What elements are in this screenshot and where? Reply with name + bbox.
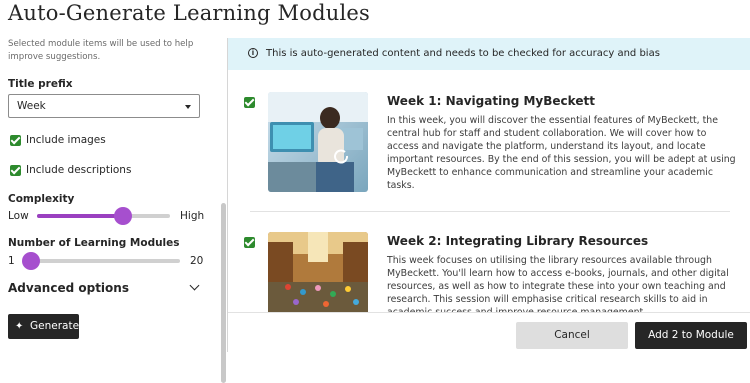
module-checkbox[interactable] xyxy=(244,97,255,108)
panel-scrollbar[interactable] xyxy=(221,203,226,383)
include-descriptions-checkbox[interactable] xyxy=(10,164,21,176)
complexity-max-label: High xyxy=(180,210,205,222)
complexity-slider[interactable] xyxy=(37,207,170,225)
module-thumbnail-image xyxy=(268,232,368,312)
advanced-options-toggle[interactable]: Advanced options xyxy=(8,281,129,295)
generate-button-label: Generate xyxy=(30,320,80,332)
title-prefix-label: Title prefix xyxy=(8,78,73,90)
module-description: This week focuses on utilising the libra… xyxy=(387,255,729,318)
generate-button[interactable]: ✦ Generate xyxy=(8,314,79,339)
cancel-button[interactable]: Cancel xyxy=(516,322,628,349)
info-banner-text: This is auto-generated content and needs… xyxy=(266,48,660,59)
module-count-max-label: 20 xyxy=(190,255,204,267)
include-descriptions-label: Include descriptions xyxy=(26,164,132,176)
module-thumbnail-image xyxy=(268,92,368,192)
title-prefix-value: Week xyxy=(17,100,46,112)
caret-down-icon xyxy=(185,105,191,109)
preview-panel: i This is auto-generated content and nee… xyxy=(228,38,750,353)
module-count-slider[interactable] xyxy=(22,252,180,270)
complexity-slider-fill xyxy=(37,214,124,218)
info-banner: i This is auto-generated content and nee… xyxy=(228,38,750,70)
module-description: In this week, you will discover the esse… xyxy=(387,115,736,191)
module-count-min-label: 1 xyxy=(8,255,15,267)
chevron-down-icon[interactable] xyxy=(189,280,200,291)
info-icon: i xyxy=(248,48,258,58)
module-title: Week 1: Navigating MyBeckett xyxy=(387,94,595,108)
include-images-option[interactable]: Include images xyxy=(10,134,106,146)
module-count-slider-thumb[interactable] xyxy=(22,252,41,270)
title-prefix-select[interactable]: Week xyxy=(8,94,200,118)
complexity-slider-thumb[interactable] xyxy=(114,207,133,225)
page-title: Auto-Generate Learning Modules xyxy=(8,1,370,25)
helper-text: Selected module items will be used to he… xyxy=(8,39,194,62)
sparkle-icon: ✦ xyxy=(15,321,24,332)
module-checkbox[interactable] xyxy=(244,237,255,248)
include-images-label: Include images xyxy=(26,134,106,146)
complexity-label: Complexity xyxy=(8,193,75,205)
module-title: Week 2: Integrating Library Resources xyxy=(387,234,649,248)
footer-bar: Cancel Add 2 to Module xyxy=(228,312,750,353)
options-panel: Selected module items will be used to he… xyxy=(0,38,226,383)
complexity-min-label: Low xyxy=(8,210,29,222)
module-count-label: Number of Learning Modules xyxy=(8,237,180,249)
module-separator xyxy=(250,211,730,212)
include-images-checkbox[interactable] xyxy=(10,134,21,146)
include-descriptions-option[interactable]: Include descriptions xyxy=(10,164,131,176)
add-to-module-button[interactable]: Add 2 to Module xyxy=(635,322,747,349)
